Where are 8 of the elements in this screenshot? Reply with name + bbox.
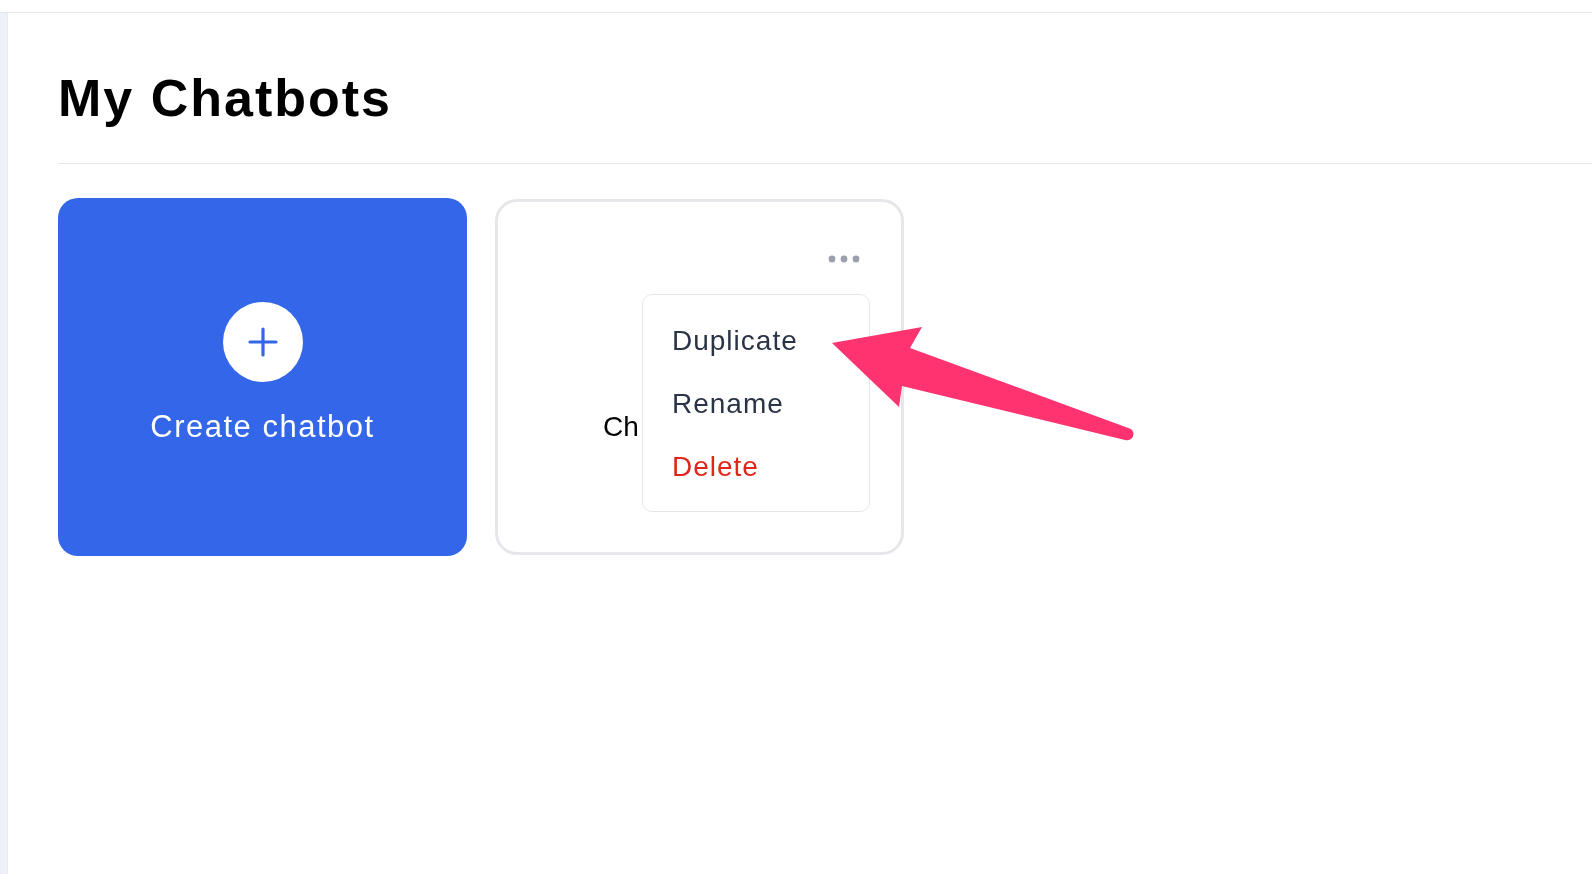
chatbot-card[interactable]: Ch Duplicate Rename Delete	[495, 199, 904, 555]
more-options-icon[interactable]	[828, 255, 860, 263]
plus-icon	[222, 302, 303, 382]
menu-item[interactable]: Duplicate	[672, 309, 798, 372]
chatbot-name: Ch	[603, 410, 639, 444]
create-chatbot-card[interactable]: Create chatbot	[58, 198, 467, 556]
menu-item[interactable]: Delete	[672, 435, 759, 498]
menu-item[interactable]: Rename	[672, 372, 784, 435]
